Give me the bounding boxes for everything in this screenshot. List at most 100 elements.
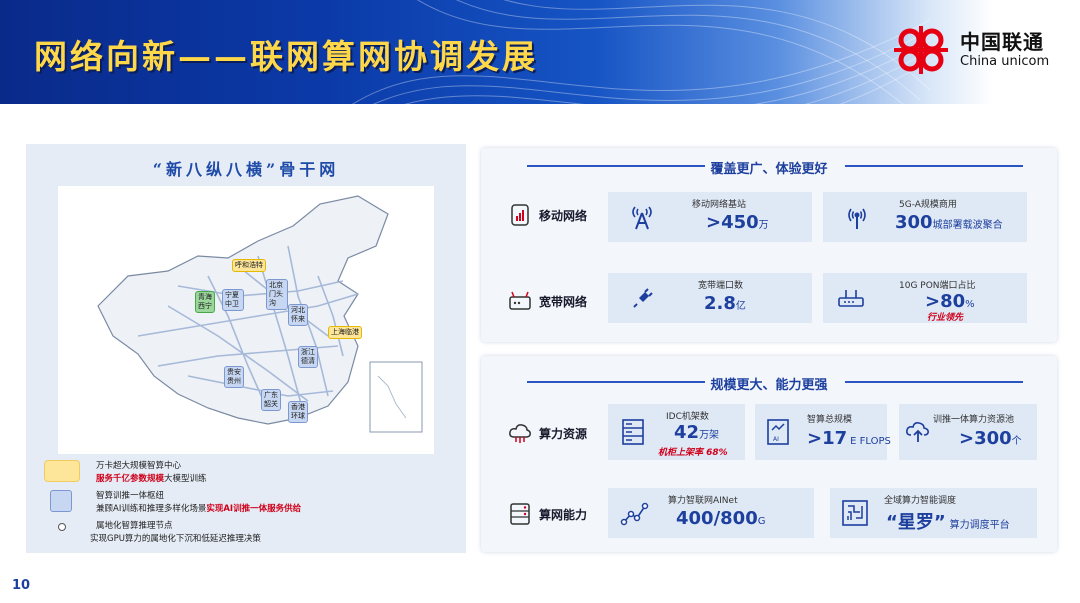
section-rule-right (845, 165, 1023, 167)
city-hebei-huailai: 河北怀来 (288, 304, 308, 326)
row-label-network: 算网能力 (539, 507, 588, 522)
card-5ga-commercial: 5G-A规模商用 300城部署载波聚合 (823, 192, 1027, 242)
cell-tower-icon (632, 206, 652, 230)
card-value: >80% (925, 291, 975, 312)
logo-english-text: China unicom (960, 54, 1050, 69)
row-compute-resources: 算力资源 (507, 420, 587, 446)
value-number: >17 (807, 428, 848, 449)
logo-chinese-text: 中国联通 (960, 30, 1044, 54)
backbone-map-panel: “新八纵八横”骨干网 呼和浩特 宁夏中卫 北京门头沟 青海西宁 河北怀来 上海临… (26, 144, 466, 553)
city-hongkong-global: 香港环球 (288, 401, 308, 423)
server-rack-icon (622, 419, 644, 445)
legend-text-3b: 实现GPU算力的属地化下沉和低延迟推理决策 (90, 534, 261, 544)
row-label-compute: 算力资源 (539, 426, 588, 441)
value-number: “星罗” (886, 512, 946, 533)
row-label-broadband: 宽带网络 (539, 294, 588, 309)
china-map-outline (97, 195, 423, 433)
map-title: “新八纵八横”骨干网 (152, 160, 340, 179)
page-title: 网络向新——联网算网协调发展 (34, 37, 538, 76)
card-training-pools: 训推一体算力资源池 >300个 (899, 404, 1037, 460)
card-label: 移动网络基站 (692, 200, 747, 210)
legend-item-supercluster: 万卡超大规模智算中心 服务千亿参数规模大模型训练 (44, 460, 454, 486)
value-unit: 万架 (699, 430, 720, 441)
city-beijing-mentougou: 北京门头沟 (266, 279, 288, 310)
card-value: 400/800G (676, 508, 765, 529)
legend-text-2b: 兼顾AI训练和推理多样化场景实现AI训推一体服务供给 (96, 503, 301, 516)
circuit-chip-icon (842, 500, 868, 526)
legend-text-1b: 服务千亿参数规模大模型训练 (96, 473, 207, 486)
card-value: 2.8亿 (704, 293, 746, 314)
city-guangdong-shaoguan: 广东韶关 (261, 389, 281, 411)
card-label: 全域算力智能调度 (884, 496, 957, 506)
mobile-phone-icon (511, 204, 529, 226)
card-ainet: 算力智联网AINet 400/800G (608, 488, 814, 538)
card-note: 行业领先 (927, 313, 964, 323)
legend-tail-1: 大模型训练 (164, 474, 207, 484)
section-title-coverage: 覆盖更广、体验更好 (710, 162, 828, 177)
value-number: >300 (959, 428, 1012, 449)
card-value: >450万 (706, 212, 769, 233)
legend-highlight-1: 服务千亿参数规模 (96, 474, 165, 484)
card-note: 机柜上架率 68% (658, 448, 728, 458)
legend-blue-swatch (50, 490, 72, 512)
card-xingluo-scheduling: 全域算力智能调度 “星罗” 算力调度平台 (830, 488, 1037, 538)
card-value: “星罗” 算力调度平台 (886, 508, 1010, 534)
card-ai-compute-scale: AI 智算总规模 >17 E FLOPS (755, 404, 891, 460)
legend-item-hub: 智算训推一体枢纽 兼顾AI训练和推理多样化场景实现AI训推一体服务供给 (44, 490, 454, 516)
city-shanghai-lingang: 上海临港 (328, 326, 362, 339)
card-value: >17 E FLOPS (807, 428, 891, 449)
node-graph-icon (620, 502, 649, 526)
value-unit: 城部署载波聚合 (932, 220, 1003, 231)
card-value: >300个 (959, 428, 1022, 449)
card-label: 算力智联网AINet (668, 496, 738, 506)
card-value: 300城部署载波聚合 (895, 212, 1003, 233)
card-label: IDC机架数 (666, 412, 709, 422)
city-zhejiang-deqing: 浙江德清 (298, 346, 318, 368)
card-broadband-ports: 宽带端口数 2.8亿 (608, 273, 812, 323)
legend-yellow-swatch (44, 460, 80, 482)
row-broadband-network: 宽带网络 (507, 288, 587, 314)
legend-prefix-2: 兼顾AI训练和推理多样化场景 (96, 504, 207, 514)
card-label: 训推一体算力资源池 (933, 415, 1015, 425)
card-label: 智算总规模 (807, 415, 853, 425)
value-unit: 个 (1011, 436, 1022, 447)
network-plug-icon (633, 288, 653, 308)
legend-text-2a: 智算训推一体枢纽 (96, 491, 165, 501)
legend-text-1a: 万卡超大规模智算中心 (96, 461, 182, 471)
value-number: 400/800 (676, 508, 758, 529)
city-guian-guizhou: 贵安贵州 (224, 366, 244, 388)
china-unicom-logo: 中国联通 China unicom (890, 22, 1070, 78)
svg-text:AI: AI (773, 436, 779, 443)
row-mobile-network: 移动网络 (507, 202, 587, 228)
value-unit: 亿 (735, 301, 746, 312)
china-map: 呼和浩特 宁夏中卫 北京门头沟 青海西宁 河北怀来 上海临港 浙江德清 贵安贵州… (58, 186, 434, 454)
cloud-compute-icon (509, 424, 531, 443)
section-rule-right (845, 381, 1023, 383)
legend-highlight-2: 实现AI训推一体服务供给 (206, 504, 302, 514)
signal-antenna-icon (848, 208, 866, 229)
card-label: 5G-A规模商用 (899, 200, 957, 210)
city-qinghai-xining: 青海西宁 (195, 291, 215, 313)
legend-dot-marker (58, 523, 66, 531)
legend-text-3a: 属地化智算推理节点 (96, 521, 173, 531)
card-10g-pon: 10G PON端口占比 >80% 行业领先 (823, 273, 1027, 323)
ai-document-icon: AI (767, 419, 789, 445)
value-number: 42 (674, 422, 700, 443)
card-label: 宽带端口数 (698, 281, 744, 291)
server-network-icon (510, 503, 530, 525)
section-title-capability: 规模更大、能力更强 (710, 378, 828, 393)
card-label: 10G PON端口占比 (899, 281, 976, 291)
city-ningxia-zhongwei: 宁夏中卫 (222, 289, 244, 311)
card-idc-racks: IDC机架数 42万架 机柜上架率 68% (608, 404, 745, 460)
value-unit: G (757, 516, 766, 527)
value-unit: % (965, 299, 975, 310)
router-icon (509, 291, 531, 310)
legend-item-edge-node: 属地化智算推理节点 实现GPU算力的属地化下沉和低延迟推理决策 (44, 520, 454, 548)
capability-panel: 规模更大、能力更强 算力资源 IDC机架数 42万架 机柜上架率 68% AI … (481, 356, 1057, 552)
row-compute-network: 算网能力 (507, 501, 587, 527)
pon-device-icon (838, 290, 864, 307)
coverage-panel: 覆盖更广、体验更好 移动网络 移动网络基站 >450万 5G-A规模商用 300… (481, 148, 1057, 342)
unicom-knot-icon (894, 26, 948, 74)
value-unit: 算力调度平台 (949, 520, 1010, 531)
value-unit: 万 (758, 220, 769, 231)
